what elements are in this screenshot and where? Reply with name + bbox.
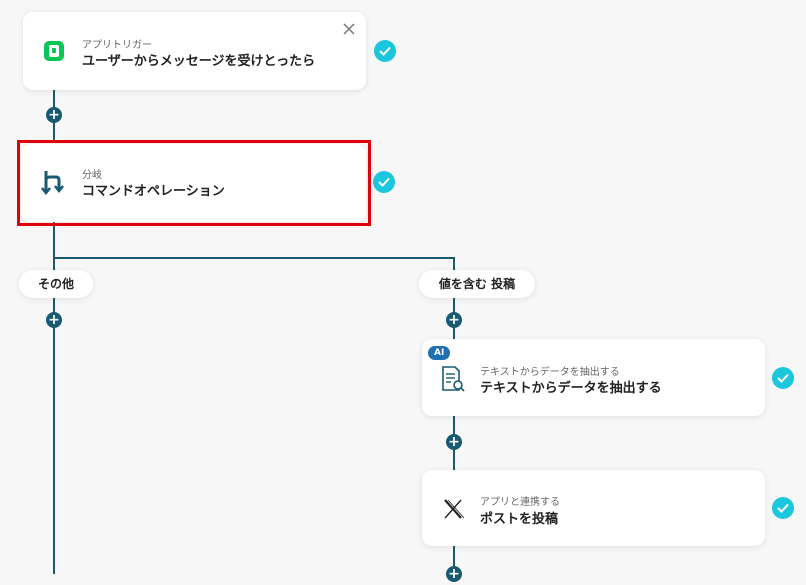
check-icon — [772, 367, 794, 389]
post-subtitle: アプリと連携する — [480, 497, 560, 508]
check-icon — [772, 497, 794, 519]
trigger-title: ユーザーからメッセージを受けとったら — [82, 54, 316, 69]
trigger-card[interactable]: アプリトリガー ユーザーからメッセージを受けとったら — [23, 12, 366, 90]
extract-title: テキストからデータを抽出する — [480, 381, 662, 396]
branch-subtitle: 分岐 — [82, 170, 102, 181]
close-icon[interactable] — [342, 21, 356, 35]
branch-icon — [41, 168, 67, 196]
connector-branch-horizontal — [53, 257, 455, 259]
document-search-icon — [440, 365, 466, 393]
add-step-button-1[interactable]: + — [46, 107, 62, 123]
line-app-icon — [44, 41, 64, 61]
post-card[interactable]: アプリと連携する ポストを投稿 — [422, 470, 765, 546]
add-step-button-right-2[interactable]: + — [446, 434, 462, 450]
check-icon — [373, 171, 395, 193]
add-step-button-right-1[interactable]: + — [446, 312, 462, 328]
ai-badge: AI — [428, 346, 451, 360]
branch-label-other[interactable]: その他 — [19, 270, 93, 298]
branch-title: コマンドオペレーション — [82, 184, 225, 199]
x-logo-icon — [442, 498, 465, 520]
branch-card[interactable]: 分岐 コマンドオペレーション — [21, 144, 366, 222]
extract-card[interactable]: AI テキストからデータを抽出する テキストからデータを抽出する — [422, 339, 765, 416]
add-step-button-left[interactable]: + — [46, 312, 62, 328]
post-title: ポストを投稿 — [480, 512, 559, 527]
trigger-subtitle: アプリトリガー — [82, 40, 152, 51]
check-icon — [374, 40, 396, 62]
extract-subtitle: テキストからデータを抽出する — [480, 367, 620, 378]
add-step-button-right-3[interactable]: + — [446, 566, 462, 582]
branch-label-contains[interactable]: 値を含む 投稿 — [419, 270, 535, 298]
